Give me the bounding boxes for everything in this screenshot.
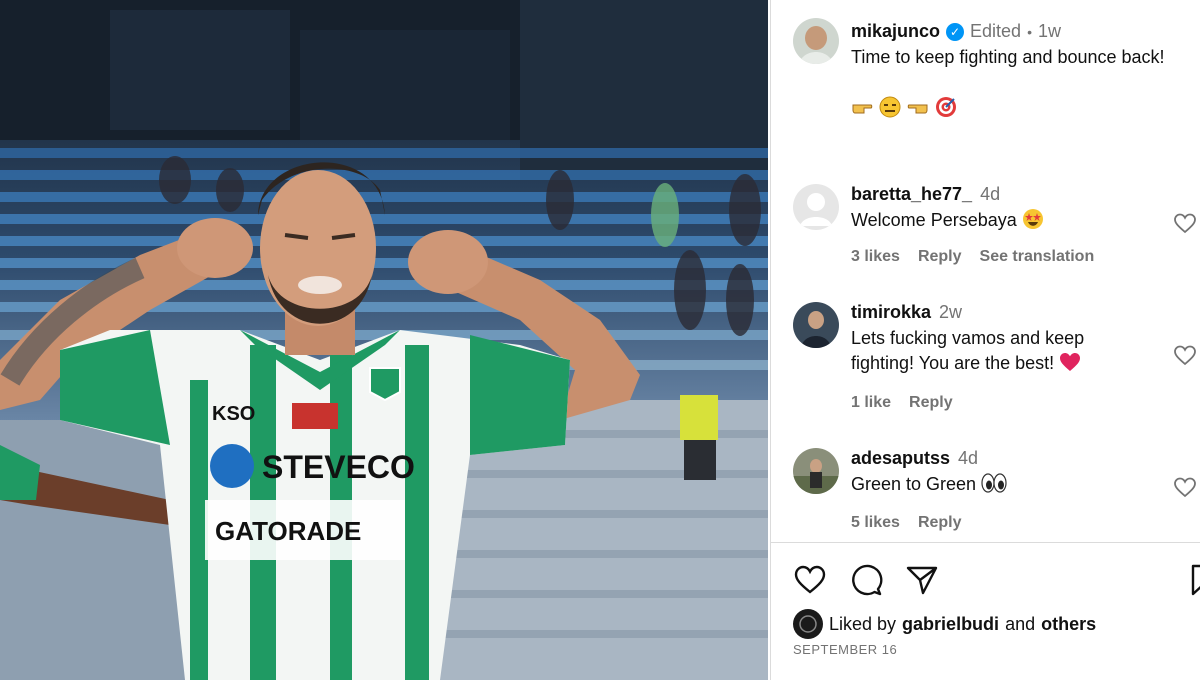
save-bookmark-icon[interactable]: [1189, 563, 1200, 597]
comment-avatar[interactable]: [793, 302, 839, 348]
default-avatar-icon: [793, 184, 839, 230]
meta-separator: •: [1027, 23, 1032, 40]
liker-avatar[interactable]: [793, 609, 823, 639]
comment-likes-count[interactable]: 1 like: [851, 394, 891, 412]
eyes-emoji: [981, 473, 1007, 493]
comment-header: baretta_he77_ 4d: [851, 184, 1000, 205]
red-heart-emoji: [1060, 353, 1081, 371]
comment-reply-button[interactable]: Reply: [918, 248, 962, 266]
comment-text: Green to Green: [851, 472, 1151, 497]
comment-item: adesaputss 4d Green to Green 5 likes Rep…: [793, 448, 1196, 538]
comment-header: timirokka 2w: [851, 302, 962, 323]
author-avatar-icon: [793, 18, 839, 64]
comment-username[interactable]: adesaputss: [851, 448, 950, 469]
comment-item: timirokka 2w Lets fucking vamos and keep…: [793, 302, 1196, 412]
pointing-left-emoji: [907, 104, 928, 114]
comment-like-heart-icon[interactable]: [1173, 344, 1197, 368]
comment-bubble-icon[interactable]: [849, 563, 883, 597]
actions-divider: [771, 542, 1200, 543]
liked-by-row: Liked by gabrielbudi and others: [793, 609, 1096, 639]
user-avatar-icon: [793, 302, 839, 348]
football-player-photo: KSO STEVECO GATORADE: [0, 0, 768, 680]
share-send-icon[interactable]: [905, 563, 939, 597]
jersey-sponsor-kso: KSO: [212, 403, 255, 425]
comment-username[interactable]: timirokka: [851, 302, 931, 323]
comment-time[interactable]: 2w: [939, 302, 962, 323]
see-translation-button[interactable]: See translation: [980, 248, 1095, 266]
user-avatar-icon: [793, 448, 839, 494]
liker-avatar-icon: [793, 609, 823, 639]
target-emoji: [936, 97, 956, 117]
comment-actions: 1 like Reply: [851, 394, 953, 412]
liked-by-others[interactable]: others: [1041, 614, 1096, 635]
comment-avatar[interactable]: [793, 448, 839, 494]
comment-reply-button[interactable]: Reply: [909, 394, 953, 412]
post-caption: Time to keep fighting and bounce back!: [851, 47, 1165, 67]
comment-reply-button[interactable]: Reply: [918, 514, 962, 532]
expressionless-face-emoji: [879, 96, 901, 118]
post-date[interactable]: SEPTEMBER 16: [793, 642, 897, 657]
comment-actions: 3 likes Reply See translation: [851, 248, 1094, 266]
author-avatar[interactable]: [793, 18, 839, 64]
comment-username[interactable]: baretta_he77_: [851, 184, 972, 205]
comment-avatar[interactable]: [793, 184, 839, 230]
verified-badge-icon: ✓: [946, 22, 965, 41]
comment-text-value: Green to Green: [851, 474, 977, 494]
comment-actions: 5 likes Reply: [851, 514, 962, 532]
post-side-panel: mikajunco ✓ Edited • 1w Time to keep fig…: [770, 0, 1200, 680]
comment-text-value: Welcome Persebaya: [851, 210, 1017, 230]
comment-item: baretta_he77_ 4d Welcome Persebaya 3 lik…: [793, 184, 1196, 274]
jersey-sponsor-steveco: STEVECO: [262, 449, 415, 485]
comment-text-value: Lets fucking vamos and keep fighting! Yo…: [851, 328, 1085, 373]
post-action-bar: [793, 563, 939, 597]
post-photo[interactable]: KSO STEVECO GATORADE: [0, 0, 768, 680]
comment-time[interactable]: 4d: [958, 448, 978, 469]
jersey-sponsor-gatorade: GATORADE: [215, 516, 361, 546]
comment-time[interactable]: 4d: [980, 184, 1000, 205]
post-header: mikajunco ✓ Edited • 1w: [851, 21, 1061, 42]
liked-by-joiner: and: [1005, 613, 1036, 634]
liked-by-prefix: Liked by: [829, 613, 897, 634]
star-struck-emoji: [1022, 209, 1043, 229]
post-time[interactable]: 1w: [1038, 21, 1061, 42]
author-username[interactable]: mikajunco: [851, 21, 940, 42]
comment-likes-count[interactable]: 3 likes: [851, 248, 900, 266]
liked-by-user[interactable]: gabrielbudi: [902, 614, 999, 635]
comment-text: Lets fucking vamos and keep fighting! Yo…: [851, 326, 1151, 376]
comment-like-heart-icon[interactable]: [1173, 212, 1197, 236]
comment-likes-count[interactable]: 5 likes: [851, 514, 900, 532]
edited-label: Edited: [970, 21, 1022, 41]
comment-text: Welcome Persebaya: [851, 208, 1151, 233]
comment-header: adesaputss 4d: [851, 448, 978, 469]
comment-like-heart-icon[interactable]: [1173, 476, 1197, 500]
caption-emoji-row: [851, 96, 957, 118]
like-heart-icon[interactable]: [793, 563, 827, 597]
pointing-right-emoji: [852, 104, 873, 114]
